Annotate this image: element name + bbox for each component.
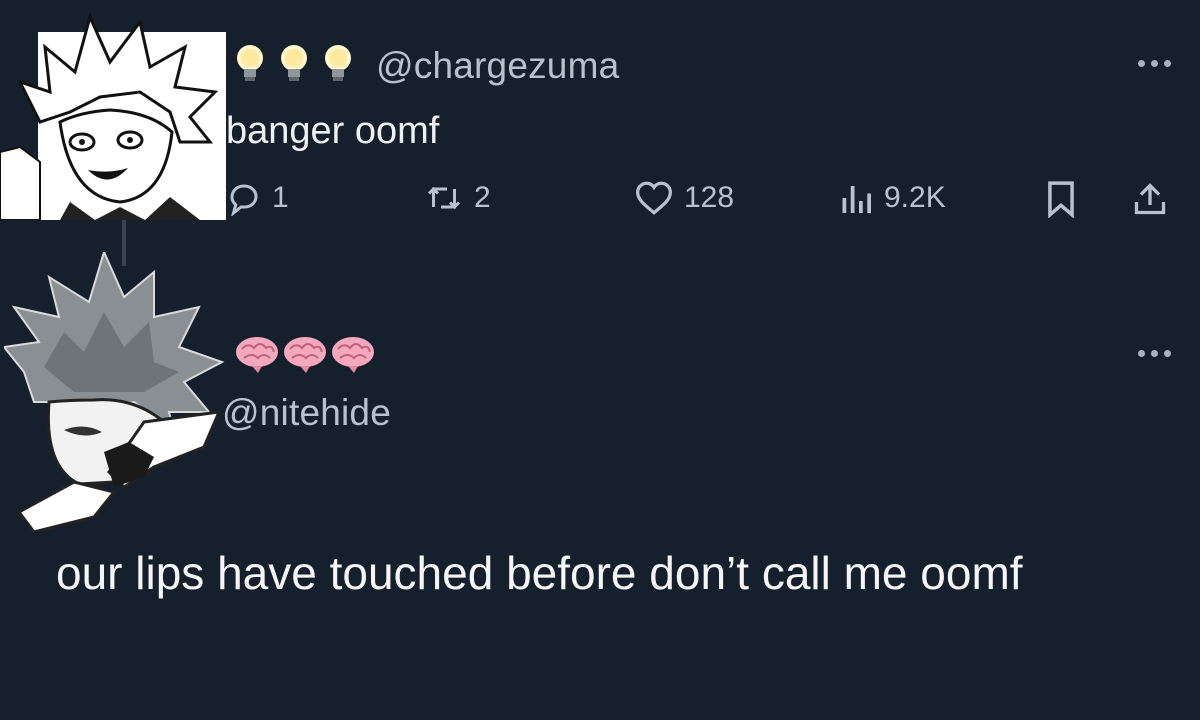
brain-icon xyxy=(330,334,376,379)
reply-count: 1 xyxy=(272,181,289,214)
bookmark-button[interactable] xyxy=(1044,180,1078,218)
avatar-chargezuma[interactable] xyxy=(0,12,226,220)
like-button[interactable]: 128 xyxy=(634,180,734,216)
reply-tweet-header: @chargezuma xyxy=(232,42,619,89)
reply-handle[interactable]: @chargezuma xyxy=(376,45,619,87)
like-count: 128 xyxy=(684,181,735,214)
tweet-thread: @chargezuma banger oomf 1 2 128 9.2K @ni… xyxy=(0,0,1200,720)
reply-action-bar: 1 2 128 9.2K xyxy=(226,180,1186,236)
retweet-count: 2 xyxy=(474,181,491,214)
original-more-button[interactable] xyxy=(1138,350,1171,357)
share-icon xyxy=(1134,183,1166,215)
original-handle[interactable]: @nitehide xyxy=(222,392,391,434)
lightbulb-icon xyxy=(320,42,356,89)
more-dot-icon xyxy=(1151,60,1158,67)
views-button[interactable]: 9.2K xyxy=(838,180,946,216)
analytics-icon xyxy=(842,186,871,213)
brain-icon xyxy=(282,334,328,379)
header-emoji-row-2 xyxy=(234,334,376,379)
original-emoji-header xyxy=(234,334,376,379)
header-emoji-row xyxy=(232,42,356,89)
reply-more-button[interactable] xyxy=(1138,60,1171,67)
reply-button[interactable]: 1 xyxy=(226,180,289,216)
bookmark-icon xyxy=(1048,181,1074,218)
reply-tweet-text: banger oomf xyxy=(226,110,440,152)
lightbulb-icon xyxy=(276,42,312,89)
more-dot-icon xyxy=(1164,350,1171,357)
share-button[interactable] xyxy=(1132,180,1168,218)
retweet-icon xyxy=(427,186,461,210)
original-tweet-text: our lips have touched before don’t call … xyxy=(56,547,1023,599)
heart-icon xyxy=(635,181,673,215)
lightbulb-icon xyxy=(232,42,268,89)
retweet-button[interactable]: 2 xyxy=(424,180,491,216)
more-dot-icon xyxy=(1138,350,1145,357)
original-handle-row: @nitehide xyxy=(222,392,391,434)
avatar-nitehide[interactable] xyxy=(4,252,226,542)
brain-icon xyxy=(234,334,280,379)
comment-icon xyxy=(230,184,258,216)
view-count: 9.2K xyxy=(884,181,946,214)
more-dot-icon xyxy=(1151,350,1158,357)
more-dot-icon xyxy=(1164,60,1171,67)
more-dot-icon xyxy=(1138,60,1145,67)
